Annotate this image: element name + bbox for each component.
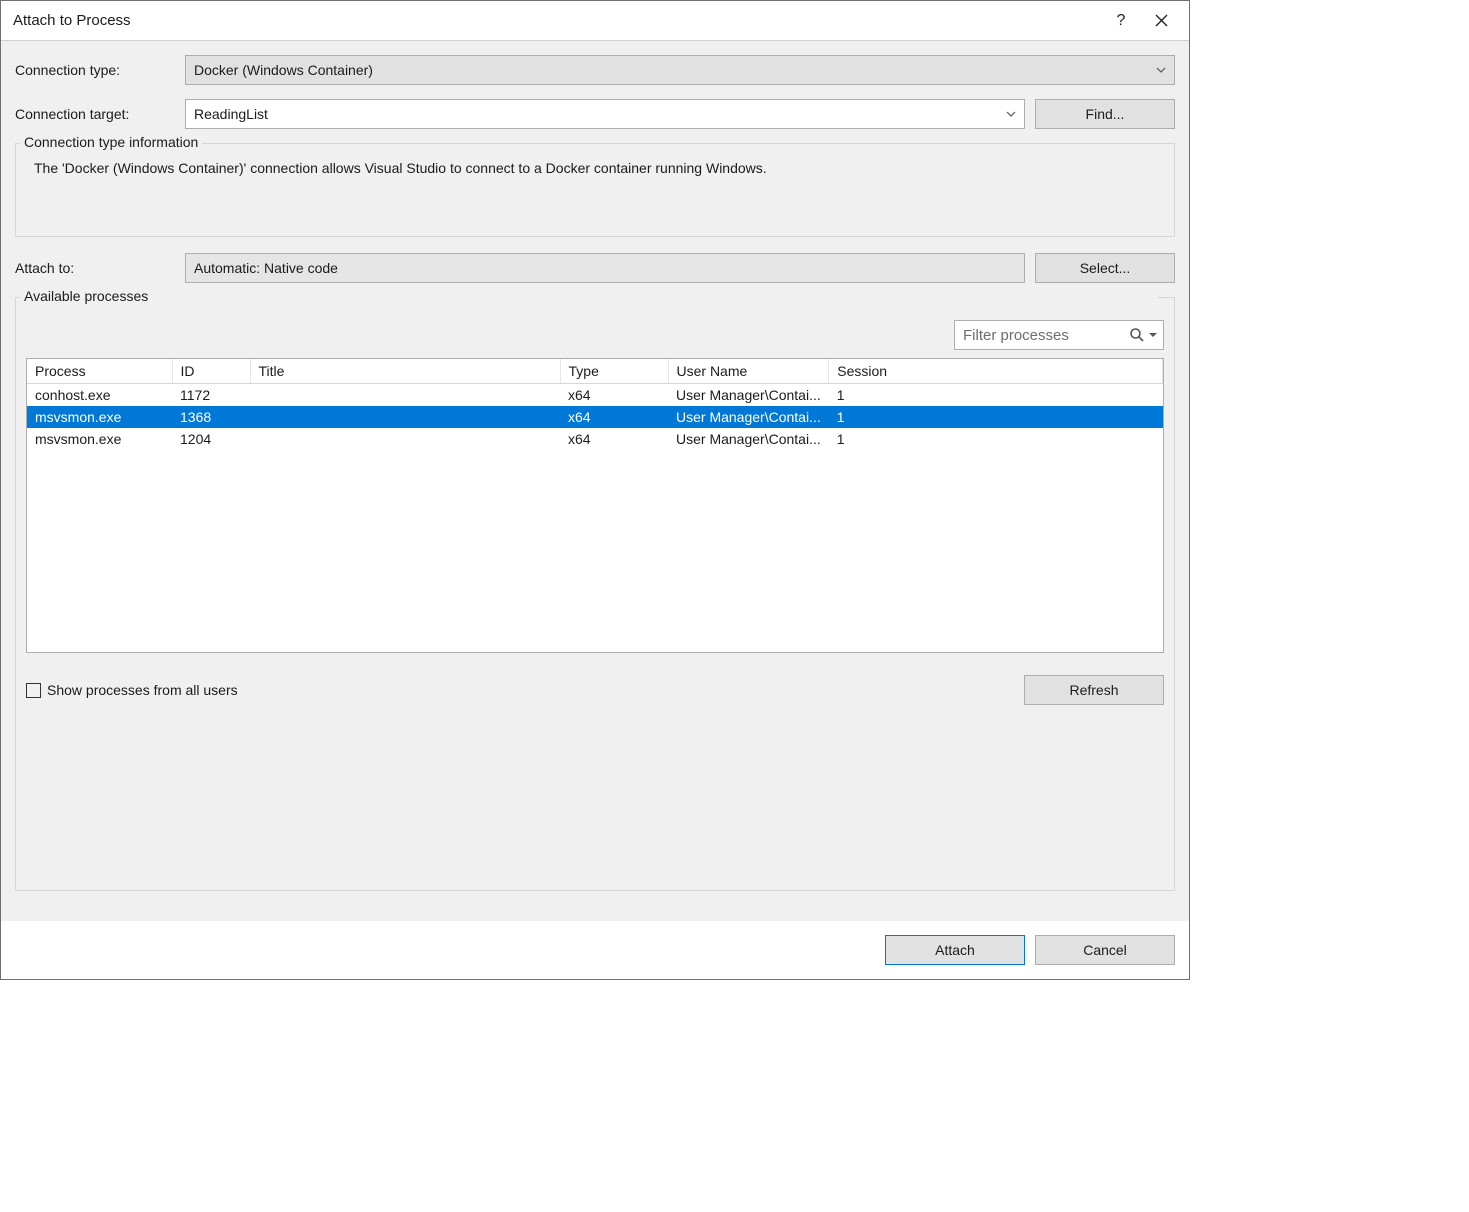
cell-title (250, 384, 560, 407)
cell-type: x64 (560, 406, 668, 428)
chevron-down-icon (1156, 67, 1166, 73)
close-icon (1155, 14, 1168, 27)
dropdown-caret-icon (1149, 331, 1157, 339)
available-processes-legend: Available processes (20, 288, 1158, 304)
cell-user: User Manager\Contai... (668, 384, 829, 407)
available-processes-group: Available processes Filter processes (15, 297, 1175, 891)
connection-target-label: Connection target: (15, 106, 185, 122)
cell-user: User Manager\Contai... (668, 428, 829, 450)
cell-id: 1368 (172, 406, 250, 428)
connection-target-value: ReadingList (194, 106, 268, 122)
connection-type-label: Connection type: (15, 62, 185, 78)
help-button[interactable]: ? (1101, 1, 1141, 41)
window-title: Attach to Process (13, 12, 1101, 29)
dialog-content: Connection type: Docker (Windows Contain… (1, 41, 1189, 921)
cell-type: x64 (560, 428, 668, 450)
attach-to-value: Automatic: Native code (194, 260, 338, 276)
show-all-users-checkbox[interactable] (26, 683, 41, 698)
cell-process: msvsmon.exe (27, 406, 172, 428)
find-button[interactable]: Find... (1035, 99, 1175, 129)
attach-button[interactable]: Attach (885, 935, 1025, 965)
connection-type-info-text: The 'Docker (Windows Container)' connect… (34, 160, 1160, 176)
table-row[interactable]: conhost.exe1172 x64User Manager\Contai...… (27, 384, 1163, 407)
col-id[interactable]: ID (172, 359, 250, 384)
connection-target-combobox[interactable]: ReadingList (185, 99, 1025, 129)
attach-to-process-dialog: Attach to Process ? Connection type: Doc… (0, 0, 1190, 980)
close-button[interactable] (1141, 1, 1181, 41)
cell-session: 1 (829, 428, 1163, 450)
connection-type-info-legend: Connection type information (20, 134, 202, 150)
process-list[interactable]: Process ID Title Type User Name Session … (26, 358, 1164, 653)
col-type[interactable]: Type (560, 359, 668, 384)
filter-processes-input[interactable]: Filter processes (954, 320, 1164, 350)
cell-process: conhost.exe (27, 384, 172, 407)
col-title[interactable]: Title (250, 359, 560, 384)
refresh-button[interactable]: Refresh (1024, 675, 1164, 705)
attach-to-value-box: Automatic: Native code (185, 253, 1025, 283)
col-process[interactable]: Process (27, 359, 172, 384)
table-row[interactable]: msvsmon.exe1368 x64User Manager\Contai...… (27, 406, 1163, 428)
cell-session: 1 (829, 406, 1163, 428)
connection-type-value: Docker (Windows Container) (194, 62, 373, 78)
cell-id: 1172 (172, 384, 250, 407)
connection-type-dropdown[interactable]: Docker (Windows Container) (185, 55, 1175, 85)
show-all-users-label: Show processes from all users (47, 682, 238, 698)
cell-id: 1204 (172, 428, 250, 450)
cell-title (250, 406, 560, 428)
cell-title (250, 428, 560, 450)
col-user[interactable]: User Name (668, 359, 829, 384)
dialog-footer: Attach Cancel (1, 921, 1189, 979)
filter-placeholder: Filter processes (963, 327, 1069, 344)
connection-type-info-group: Connection type information The 'Docker … (15, 143, 1175, 237)
col-session[interactable]: Session (829, 359, 1163, 384)
titlebar: Attach to Process ? (1, 1, 1189, 41)
cell-session: 1 (829, 384, 1163, 407)
cell-type: x64 (560, 384, 668, 407)
process-list-header[interactable]: Process ID Title Type User Name Session (27, 359, 1163, 384)
cell-user: User Manager\Contai... (668, 406, 829, 428)
select-button[interactable]: Select... (1035, 253, 1175, 283)
search-icon (1129, 327, 1145, 343)
cell-process: msvsmon.exe (27, 428, 172, 450)
attach-to-label: Attach to: (15, 260, 185, 276)
table-row[interactable]: msvsmon.exe1204 x64User Manager\Contai...… (27, 428, 1163, 450)
chevron-down-icon (1006, 111, 1016, 117)
cancel-button[interactable]: Cancel (1035, 935, 1175, 965)
